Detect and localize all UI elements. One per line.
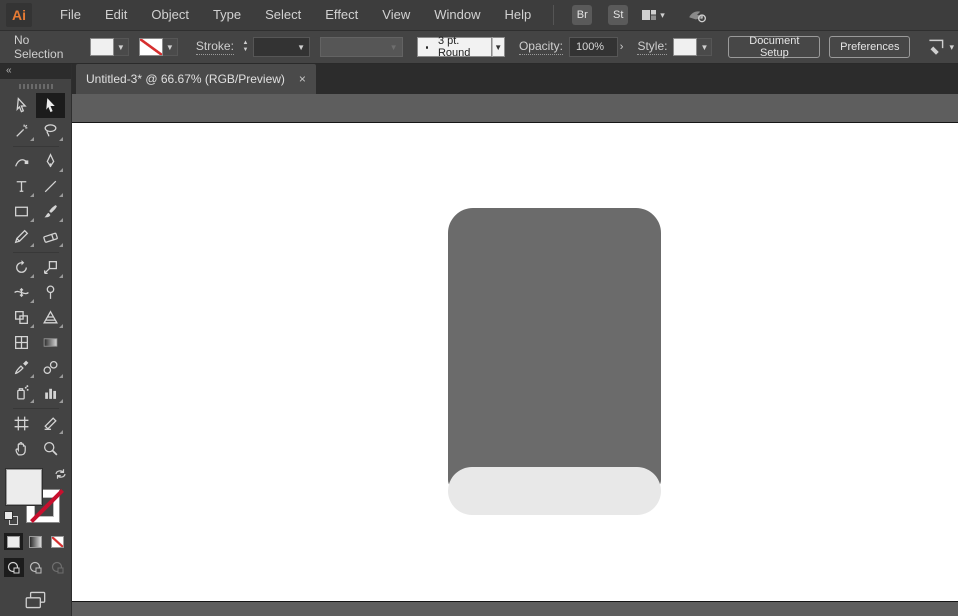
gradient-button[interactable] — [26, 533, 45, 550]
document-tab-strip: Untitled-3* @ 66.67% (RGB/Preview) × — [72, 64, 958, 94]
selection-status: No Selection — [14, 33, 64, 61]
graphic-style-control[interactable]: ▼ — [673, 38, 713, 56]
stroke-color-control[interactable]: ▼ — [138, 38, 178, 56]
menu-effect[interactable]: Effect — [313, 0, 370, 30]
width-tool[interactable] — [7, 280, 36, 305]
zoom-tool[interactable] — [36, 436, 65, 461]
menu-bar: Ai File Edit Object Type Select Effect View Win… — [0, 0, 958, 30]
opacity-input[interactable]: 100% — [568, 37, 618, 57]
perspective-grid-tool[interactable] — [36, 305, 65, 330]
hand-tool[interactable] — [7, 436, 36, 461]
color-button[interactable] — [4, 533, 23, 550]
style-swatch[interactable] — [673, 38, 698, 56]
stroke-weight-stepper[interactable]: ▲ ▼ — [240, 37, 251, 57]
selection-tool[interactable] — [35, 93, 65, 118]
touch-workspace-icon[interactable]: ▾ — [925, 38, 954, 56]
fill-indicator[interactable] — [6, 469, 42, 505]
blend-tool[interactable] — [36, 355, 65, 380]
draw-normal-icon[interactable] — [3, 558, 24, 577]
chevron-down-icon: ▾ — [949, 41, 955, 52]
gradient-tool[interactable] — [36, 330, 65, 355]
workspace-switcher-icon[interactable]: ▾ — [640, 7, 665, 23]
chevron-down-icon[interactable]: ▼ — [697, 38, 713, 56]
draw-behind-icon[interactable] — [26, 558, 46, 577]
panel-grip[interactable] — [18, 84, 53, 89]
variable-width-dropdown: ▼ — [320, 37, 403, 57]
eyedropper-tool[interactable] — [7, 355, 36, 380]
menu-file[interactable]: File — [48, 0, 93, 30]
document-tab-title: Untitled-3* @ 66.67% (RGB/Preview) — [86, 72, 285, 86]
gpu-performance-icon[interactable] — [687, 6, 707, 24]
fill-stroke-indicator — [4, 467, 68, 527]
artboard-tool[interactable] — [7, 411, 36, 436]
menu-window[interactable]: Window — [422, 0, 492, 30]
menu-separator — [553, 5, 555, 25]
magic-wand-tool[interactable] — [7, 118, 36, 143]
type-tool[interactable] — [7, 174, 36, 199]
none-button[interactable] — [48, 533, 67, 550]
illustrator-window: Ai File Edit Object Type Select Effect View Win… — [0, 0, 958, 616]
chevron-down-icon[interactable]: ▼ — [113, 38, 129, 56]
chevron-down-icon[interactable]: ▼ — [491, 37, 505, 57]
paintbrush-tool[interactable] — [36, 199, 65, 224]
document-setup-button[interactable]: Document Setup — [728, 35, 821, 59]
fill-color-control[interactable]: ▼ — [89, 38, 129, 56]
menu-help[interactable]: Help — [492, 0, 543, 30]
close-icon[interactable]: × — [299, 72, 306, 86]
menu-view[interactable]: View — [370, 0, 422, 30]
eraser-tool[interactable] — [36, 224, 65, 249]
scale-tool[interactable] — [36, 255, 65, 280]
line-segment-tool[interactable] — [36, 174, 65, 199]
slice-tool[interactable] — [36, 411, 65, 436]
canvas-area[interactable] — [72, 94, 958, 616]
stock-button[interactable]: St — [608, 5, 629, 25]
opacity-label[interactable]: Opacity: — [518, 39, 563, 55]
rotate-tool[interactable] — [7, 255, 36, 280]
brush-definition-value[interactable]: 3 pt. Round — [416, 35, 492, 59]
tools-panel: « — [0, 64, 72, 616]
chevron-down-icon[interactable]: ▼ — [162, 38, 178, 56]
brush-definition-control[interactable]: 3 pt. Round ▼ — [416, 35, 505, 59]
swap-fill-stroke-icon[interactable] — [53, 467, 68, 481]
bridge-button[interactable]: Br — [572, 5, 593, 25]
rounded-rectangle-shape[interactable] — [448, 208, 661, 490]
draw-inside-icon — [48, 558, 68, 577]
menu-select[interactable]: Select — [253, 0, 313, 30]
direct-selection-tool[interactable] — [7, 93, 36, 118]
shape-builder-tool[interactable] — [7, 305, 36, 330]
fill-swatch[interactable] — [89, 38, 114, 56]
brush-preview-dot — [425, 45, 428, 49]
preferences-button[interactable]: Preferences — [829, 36, 911, 58]
color-type-buttons — [0, 533, 71, 550]
drawing-mode-buttons — [0, 558, 71, 577]
mesh-tool[interactable] — [7, 330, 36, 355]
menu-object[interactable]: Object — [139, 0, 201, 30]
menu-type[interactable]: Type — [201, 0, 253, 30]
light-band-shape[interactable] — [448, 467, 661, 515]
shaper-tool[interactable] — [7, 224, 36, 249]
column-graph-tool[interactable] — [36, 380, 65, 405]
opacity-flyout-arrow[interactable]: › — [618, 41, 630, 53]
collapse-panel-button[interactable]: « — [0, 64, 71, 79]
symbol-sprayer-tool[interactable] — [7, 380, 36, 405]
stroke-swatch-none[interactable] — [138, 38, 163, 56]
chevron-down-icon: ▾ — [660, 9, 665, 20]
curvature-tool[interactable] — [7, 149, 36, 174]
lasso-tool[interactable] — [36, 118, 65, 143]
document-tab[interactable]: Untitled-3* @ 66.67% (RGB/Preview) × — [76, 64, 316, 94]
style-label[interactable]: Style: — [637, 39, 668, 55]
rectangle-tool[interactable] — [7, 199, 36, 224]
stroke-label[interactable]: Stroke: — [195, 39, 234, 55]
illustrator-logo: Ai — [6, 3, 32, 27]
puppet-warp-tool[interactable] — [36, 280, 65, 305]
default-fill-stroke-icon[interactable] — [4, 511, 18, 525]
change-screen-mode-icon[interactable] — [0, 589, 71, 611]
pen-tool[interactable] — [36, 149, 65, 174]
control-bar: No Selection ▼ ▼ Stroke: ▲ ▼ ▼ ▼ 3 pt. Ro… — [0, 30, 958, 64]
stroke-weight-dropdown[interactable]: ▼ — [252, 37, 311, 57]
menu-edit[interactable]: Edit — [93, 0, 139, 30]
